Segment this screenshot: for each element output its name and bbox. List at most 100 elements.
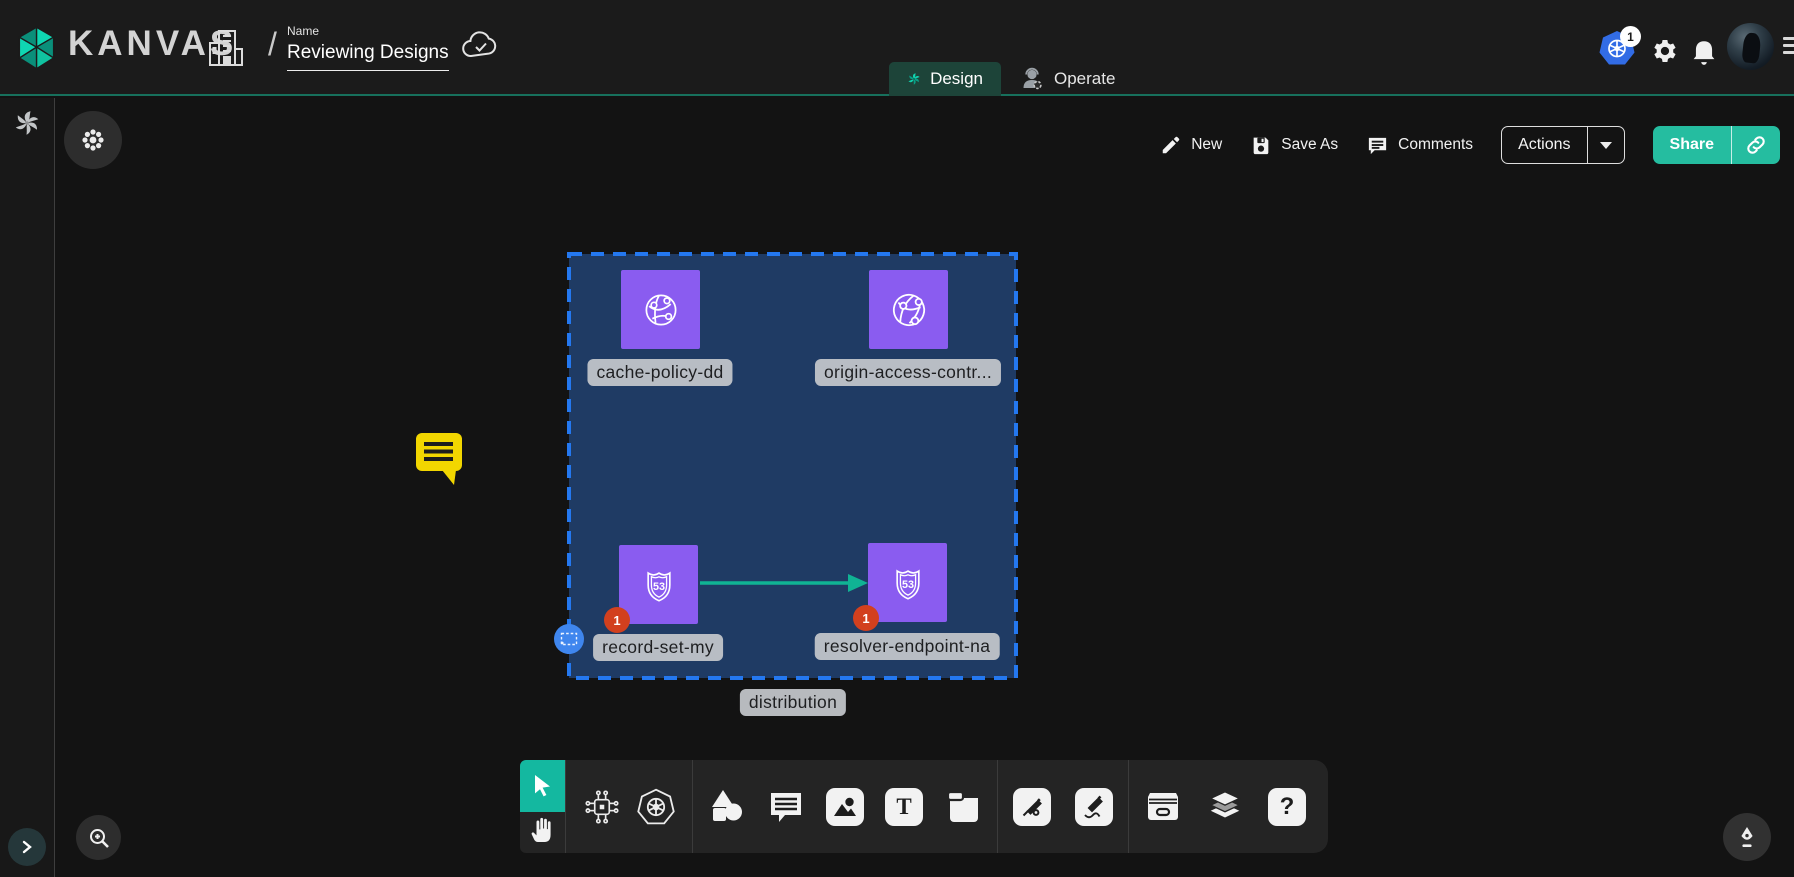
zoom-in-button[interactable]	[76, 815, 121, 860]
settings-gear-icon[interactable]	[1648, 36, 1678, 66]
layers-icon	[1205, 786, 1245, 828]
comment-tool-button[interactable]	[766, 787, 806, 827]
share-split-button: Share	[1653, 126, 1780, 164]
image-tool-button[interactable]	[825, 787, 865, 827]
note-tool-button[interactable]	[943, 787, 983, 827]
freehand-tool-button[interactable]	[1074, 787, 1114, 827]
node-badge-record-set[interactable]: 1	[604, 607, 630, 633]
pen-nib-icon	[1734, 824, 1760, 850]
new-button-label: New	[1191, 136, 1222, 154]
node-label-cache-policy[interactable]: cache-policy-dd	[587, 359, 732, 386]
design-tab-icon	[907, 68, 921, 90]
new-button[interactable]: New	[1160, 134, 1222, 156]
share-button[interactable]: Share	[1653, 126, 1731, 164]
help-tool-button[interactable]: ?	[1267, 787, 1307, 827]
cloud-sync-check-icon	[461, 28, 501, 64]
shapes-tool-button[interactable]	[707, 787, 747, 827]
node-cache-policy[interactable]	[621, 270, 700, 349]
text-tool-icon: T	[885, 788, 923, 826]
tab-design[interactable]: Design	[889, 62, 1001, 96]
breadcrumb-separator: /	[268, 26, 277, 63]
save-as-button-label: Save As	[1281, 136, 1338, 154]
pen-mode-button[interactable]	[1723, 813, 1771, 861]
node-label-resolver-endpoint[interactable]: resolver-endpoint-na	[815, 633, 1000, 660]
tool-dock: T	[520, 760, 1328, 853]
design-actionbar: New Save As Comments Actions Share	[1160, 126, 1780, 164]
design-name-label: Name	[287, 24, 449, 38]
tab-operate[interactable]: Operate	[1003, 62, 1135, 96]
node-record-set[interactable]: 53	[619, 545, 698, 624]
meshery-pinwheel-icon[interactable]	[12, 108, 42, 138]
components-tool-button[interactable]	[582, 787, 622, 827]
sidebar-expand-button[interactable]	[8, 828, 46, 866]
kubernetes-tool-button[interactable]	[636, 787, 676, 827]
svg-text:53: 53	[652, 580, 664, 592]
notifications-bell-icon[interactable]	[1690, 36, 1718, 66]
image-icon	[826, 788, 864, 826]
actions-split-button: Actions	[1501, 126, 1624, 164]
cursor-arrow-icon	[531, 773, 555, 799]
actions-button[interactable]: Actions	[1502, 127, 1586, 163]
node-resolver-endpoint[interactable]: 53	[868, 543, 947, 622]
kubernetes-context-badge: 1	[1620, 26, 1641, 47]
shapes-icon	[707, 787, 747, 827]
sticky-note-icon	[944, 788, 982, 826]
left-sidebar	[0, 98, 55, 877]
node-badge-resolver-endpoint[interactable]: 1	[853, 605, 879, 631]
copy-link-button[interactable]	[1731, 126, 1780, 164]
kubernetes-wheel-icon	[636, 786, 676, 828]
node-label-record-set[interactable]: record-set-my	[593, 634, 723, 661]
comment-marker-icon[interactable]	[414, 429, 466, 487]
design-name-group: Name	[287, 24, 449, 71]
pointer-tools	[520, 760, 565, 853]
actions-dropdown-button[interactable]	[1587, 127, 1624, 163]
pencil-scribble-icon	[1075, 788, 1113, 826]
drawing-tools	[998, 787, 1128, 827]
magnifier-plus-icon	[87, 826, 111, 850]
drawer-archive-icon	[1143, 787, 1183, 827]
tool-dock-row: T	[565, 760, 1321, 853]
help-icon: ?	[1268, 788, 1306, 826]
annotation-tools: T	[693, 787, 997, 827]
group-label-distribution[interactable]: distribution	[740, 689, 846, 716]
design-name-input[interactable]	[287, 38, 449, 71]
node-label-origin-access-control[interactable]: origin-access-contr...	[815, 359, 1001, 386]
caret-down-icon	[1600, 142, 1612, 149]
floppy-save-icon	[1250, 134, 1272, 156]
design-tab-label: Design	[930, 69, 983, 89]
layers-tool-button[interactable]	[1205, 787, 1245, 827]
pan-tool-button[interactable]	[520, 812, 565, 853]
gear-flower-icon	[80, 127, 106, 153]
globe-network-icon	[882, 283, 936, 337]
quick-actions-button[interactable]	[64, 111, 122, 169]
chevron-right-icon	[20, 840, 34, 854]
node-origin-access-control[interactable]	[869, 270, 948, 349]
comment-bubble-icon	[767, 788, 805, 826]
save-as-button[interactable]: Save As	[1250, 134, 1338, 156]
drawer-tool-button[interactable]	[1143, 787, 1183, 827]
vector-pen-icon	[1013, 788, 1051, 826]
vector-pen-tool-button[interactable]	[1012, 787, 1052, 827]
globe-network-icon	[635, 284, 687, 336]
group-select-handle[interactable]	[554, 624, 584, 654]
text-tool-button[interactable]: T	[884, 787, 924, 827]
hand-icon	[530, 814, 556, 844]
operate-tab-icon	[1021, 67, 1045, 91]
route53-shield-icon: 53	[882, 557, 934, 609]
chip-circuit-icon	[582, 787, 622, 827]
library-tools: ?	[1129, 787, 1321, 827]
organization-building-icon[interactable]	[206, 27, 246, 69]
pencil-new-icon	[1160, 134, 1182, 156]
user-avatar[interactable]	[1727, 23, 1774, 70]
comments-button[interactable]: Comments	[1366, 134, 1473, 157]
menu-icon[interactable]	[1783, 37, 1794, 58]
select-tool-button[interactable]	[520, 760, 565, 812]
edge-record-set-to-resolver[interactable]	[698, 569, 872, 597]
dashed-rect-icon	[560, 632, 578, 646]
kanvas-logo-icon[interactable]	[14, 25, 59, 71]
route53-shield-icon: 53	[633, 559, 685, 611]
svg-text:53: 53	[901, 578, 913, 590]
comments-button-label: Comments	[1398, 136, 1473, 154]
component-tools	[566, 787, 692, 827]
app-header: KANVAS / Name Design	[0, 0, 1794, 96]
